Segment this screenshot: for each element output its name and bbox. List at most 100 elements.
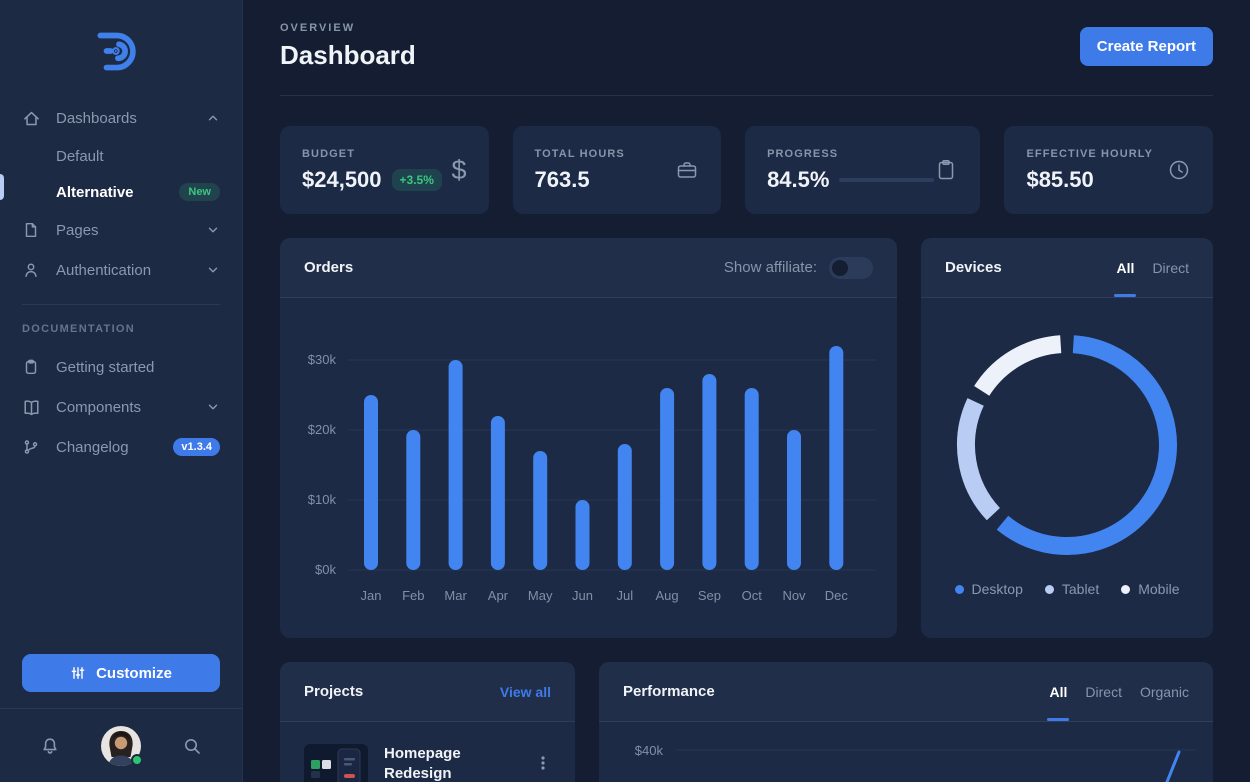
sidebar-item-alternative[interactable]: Alternative New	[22, 174, 220, 210]
orders-bar-chart: $0k$10k$20k$30kJanFebMarAprMayJunJulAugS…	[280, 298, 897, 636]
breadcrumb-kicker: OVERVIEW	[280, 22, 416, 34]
chevron-down-icon	[206, 223, 220, 237]
active-item-indicator	[0, 174, 4, 200]
svg-text:Apr: Apr	[488, 588, 509, 603]
legend-item-tablet[interactable]: Tablet	[1045, 581, 1099, 597]
legend-dot	[1121, 585, 1130, 594]
sidebar-item-authentication[interactable]: Authentication	[22, 250, 220, 290]
sidebar-item-getting-started[interactable]: Getting started	[22, 347, 220, 387]
sidebar-item-label: Getting started	[56, 359, 154, 376]
stat-card-effective-hourly: EFFECTIVE HOURLY $85.50	[1004, 126, 1213, 214]
stat-card-total-hours: TOTAL HOURS 763.5	[513, 126, 722, 214]
legend-item-mobile[interactable]: Mobile	[1121, 581, 1179, 597]
toggle-knob	[832, 260, 848, 276]
stat-label: PROGRESS	[767, 148, 934, 160]
brand-logo-icon	[92, 22, 150, 80]
create-report-button[interactable]: Create Report	[1080, 27, 1213, 66]
svg-text:Jan: Jan	[361, 588, 382, 603]
svg-text:Oct: Oct	[742, 588, 763, 603]
clipboard-icon	[22, 357, 42, 377]
search-icon[interactable]	[182, 736, 202, 756]
project-list-item[interactable]: Homepage Redesign	[280, 722, 575, 782]
book-icon	[22, 397, 42, 417]
sidebar-item-default[interactable]: Default	[22, 138, 220, 174]
legend-label: Desktop	[972, 581, 1023, 597]
user-icon	[22, 260, 42, 280]
sidebar-item-label: Dashboards	[56, 110, 137, 127]
trend-badge: +3.5%	[392, 169, 442, 191]
performance-tabs: All Direct Organic	[1050, 684, 1189, 700]
clipboard-icon	[934, 158, 958, 182]
svg-text:Sep: Sep	[698, 588, 721, 603]
version-badge: v1.3.4	[173, 438, 220, 456]
stat-label: TOTAL HOURS	[535, 148, 625, 160]
legend-dot	[955, 585, 964, 594]
view-all-link[interactable]: View all	[500, 684, 551, 700]
home-icon	[22, 108, 42, 128]
stat-value: 763.5	[535, 167, 590, 193]
bell-icon[interactable]	[40, 736, 60, 756]
stat-value: $24,500	[302, 167, 382, 193]
chevron-down-icon	[206, 263, 220, 277]
legend-dot	[1045, 585, 1054, 594]
svg-text:$30k: $30k	[308, 352, 337, 367]
sidebar-item-label: Pages	[56, 222, 99, 239]
bottom-row: Projects View all	[280, 662, 1213, 782]
legend-label: Mobile	[1138, 581, 1179, 597]
customize-button[interactable]: Customize	[22, 654, 220, 692]
chevron-down-icon	[206, 400, 220, 414]
tab-all[interactable]: All	[1117, 260, 1135, 276]
sidebar-item-components[interactable]: Components	[22, 387, 220, 427]
sidebar: Dashboards Default Alternative New Pages	[0, 0, 243, 782]
user-avatar[interactable]	[101, 726, 141, 766]
svg-text:$40k: $40k	[635, 743, 664, 758]
devices-legend: Desktop Tablet Mobile	[921, 581, 1213, 597]
stat-card-progress: PROGRESS 84.5%	[745, 126, 980, 214]
projects-card-header: Projects View all	[280, 662, 575, 722]
online-status-dot	[131, 754, 143, 766]
orders-card: Orders Show affiliate: $0k$10k$20k$30kJa…	[280, 238, 897, 638]
show-affiliate-toggle[interactable]	[829, 257, 873, 279]
brand-logo[interactable]	[0, 0, 242, 90]
legend-item-desktop[interactable]: Desktop	[955, 581, 1023, 597]
stat-card-budget: BUDGET $24,500 +3.5% $	[280, 126, 489, 214]
svg-text:$10k: $10k	[308, 492, 337, 507]
devices-card: Devices All Direct Desktop Tablet Mobile	[921, 238, 1213, 638]
kebab-menu-icon[interactable]	[535, 744, 551, 772]
app-root: Dashboards Default Alternative New Pages	[0, 0, 1250, 782]
versions-icon	[22, 437, 42, 457]
devices-tabs: All Direct	[1117, 260, 1189, 276]
svg-text:Feb: Feb	[402, 588, 424, 603]
svg-text:Mar: Mar	[444, 588, 467, 603]
svg-text:Jul: Jul	[616, 588, 633, 603]
sliders-icon	[70, 665, 86, 681]
tab-direct[interactable]: Direct	[1085, 684, 1122, 700]
file-icon	[22, 220, 42, 240]
dollar-icon: $	[452, 155, 467, 186]
sidebar-doc-nav: Getting started Components Changelog v1.…	[0, 339, 242, 467]
toggle-label: Show affiliate:	[724, 259, 817, 276]
tab-all[interactable]: All	[1050, 684, 1068, 700]
sidebar-item-pages[interactable]: Pages	[22, 210, 220, 250]
performance-line-chart: $40k	[599, 722, 1213, 782]
orders-card-header: Orders Show affiliate:	[280, 238, 897, 298]
svg-text:Jun: Jun	[572, 588, 593, 603]
main-content: OVERVIEW Dashboard Create Report BUDGET …	[243, 0, 1250, 782]
svg-text:$20k: $20k	[308, 422, 337, 437]
page-header: OVERVIEW Dashboard Create Report	[280, 0, 1213, 71]
customize-label: Customize	[96, 665, 172, 682]
tab-organic[interactable]: Organic	[1140, 684, 1189, 700]
new-badge: New	[179, 183, 220, 201]
briefcase-icon	[675, 158, 699, 182]
sidebar-item-label: Authentication	[56, 262, 151, 279]
card-title: Orders	[304, 259, 353, 276]
stat-value: $85.50	[1026, 167, 1093, 193]
sidebar-item-changelog[interactable]: Changelog v1.3.4	[22, 427, 220, 467]
progress-bar	[839, 178, 934, 182]
project-name: Homepage Redesign	[384, 744, 504, 782]
tab-direct[interactable]: Direct	[1152, 260, 1189, 276]
projects-card: Projects View all	[280, 662, 575, 782]
sidebar-item-dashboards[interactable]: Dashboards	[22, 98, 220, 138]
sidebar-item-label: Alternative	[56, 184, 134, 201]
stat-label: EFFECTIVE HOURLY	[1026, 148, 1153, 160]
